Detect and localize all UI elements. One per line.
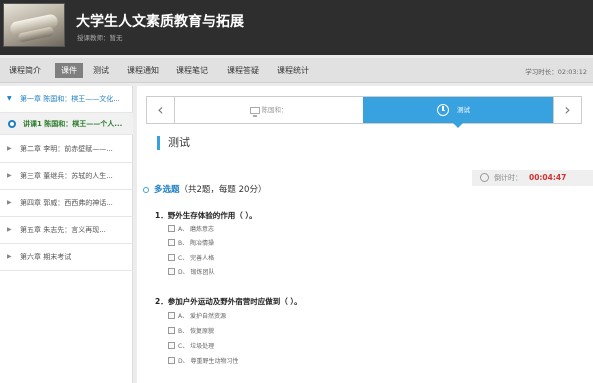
sidebar-chapter-2[interactable]: ▶ 第二章 李明：前赤壁赋——... [0, 136, 133, 163]
clock-icon [437, 104, 449, 116]
circle-bullet-icon [143, 186, 149, 193]
sidebar-chapter-5[interactable]: ▶ 第五章 朱志先：言义再现... [0, 217, 133, 244]
main-content: ‹ 陈国和： 测试 › 测试 倒计时： 00:04:47 多选题（共2题，每题 … [137, 86, 593, 383]
next-tab-button[interactable]: › [553, 97, 581, 123]
question-type-heading: 多选题（共2题，每题 20分） [143, 183, 266, 195]
countdown-timer: 倒计时： 00:04:47 [472, 170, 593, 186]
chevron-down-icon: ▼ [7, 95, 12, 102]
chevron-right-icon: ▶ [7, 253, 12, 260]
nav-notes[interactable]: 课程笔记 [176, 63, 208, 78]
sidebar-chapter-1[interactable]: ▼ 第一章 陈国和：棋王——文化... [0, 86, 133, 113]
question-2-text: 2．参加户外运动及野外宿营时应做到（ ）。 [155, 297, 302, 306]
chapter-sidebar: ▼ 第一章 陈国和：棋王——文化... 讲课1 陈国和：棋王——个人... ▶ … [0, 86, 133, 383]
checkbox[interactable] [168, 268, 175, 275]
study-time: 学习时长：02:03:12 [525, 68, 587, 76]
chevron-right-icon: ▶ [7, 172, 12, 179]
current-lesson-icon [8, 120, 16, 128]
q2-option-b[interactable]: B、 恢复原貌 [168, 327, 214, 337]
countdown-value: 00:04:47 [529, 173, 567, 182]
question-1-text: 1．野外生存体验的作用（ ）。 [155, 211, 257, 220]
course-title: 大学生人文素质教育与拓展 [76, 14, 244, 30]
sidebar-lesson-current[interactable]: 讲课1 陈国和：棋王——个人... [0, 113, 133, 135]
nav-notice[interactable]: 课程通知 [127, 63, 159, 78]
checkbox[interactable] [168, 327, 175, 334]
nav-courseware[interactable]: 课件 [55, 63, 83, 78]
chevron-right-icon: ▶ [7, 145, 12, 152]
chevron-right-icon: ▶ [7, 226, 12, 233]
teacher-label: 授课教师：暂无 [77, 34, 123, 42]
sidebar-chapter-6[interactable]: ▶ 第六章 期末考试 [0, 244, 133, 271]
q1-option-b[interactable]: B、 陶冶情操 [168, 239, 214, 249]
checkbox[interactable] [168, 312, 175, 319]
q2-option-d[interactable]: D、 尊重野生动物习性 [168, 357, 239, 367]
monitor-icon [249, 106, 260, 117]
tab-video[interactable]: 陈国和： [175, 97, 362, 123]
nav-qa[interactable]: 课程答疑 [227, 63, 259, 78]
course-header: 大学生人文素质教育与拓展 授课教师：暂无 [0, 0, 593, 55]
q1-option-c[interactable]: C、 完善人格 [168, 254, 214, 264]
checkbox[interactable] [168, 239, 175, 246]
lesson-tabbar: ‹ 陈国和： 测试 › [146, 96, 582, 128]
q2-option-c[interactable]: C、 垃圾处理 [168, 342, 214, 352]
sidebar-chapter-4[interactable]: ▶ 第四章 郭威：西西弗的神话... [0, 190, 133, 217]
q1-option-a[interactable]: A、 磨炼意志 [168, 225, 214, 235]
alarm-clock-icon [480, 173, 489, 182]
q2-option-a[interactable]: A、 爱护自然资源 [168, 312, 226, 322]
chevron-right-icon: ▶ [7, 199, 12, 206]
course-thumbnail [3, 3, 65, 47]
nav-stats[interactable]: 课程统计 [277, 63, 309, 78]
q1-option-d[interactable]: D、 锻炼团队 [168, 268, 215, 278]
tab-test[interactable]: 测试 [363, 97, 553, 128]
course-nav: 课程简介 课件 测试 课程通知 课程笔记 课程答疑 课程统计 学习时长：02:0… [0, 58, 593, 83]
checkbox[interactable] [168, 357, 175, 364]
sidebar-chapter-3[interactable]: ▶ 第三章 董继兵：苏轼的人生... [0, 163, 133, 190]
checkbox[interactable] [168, 225, 175, 232]
prev-tab-button[interactable]: ‹ [147, 97, 175, 123]
checkbox[interactable] [168, 342, 175, 349]
active-tab-caret [453, 123, 463, 128]
section-title: 测试 [157, 136, 190, 150]
nav-intro[interactable]: 课程简介 [9, 63, 41, 78]
checkbox[interactable] [168, 254, 175, 261]
nav-test[interactable]: 测试 [93, 63, 109, 78]
